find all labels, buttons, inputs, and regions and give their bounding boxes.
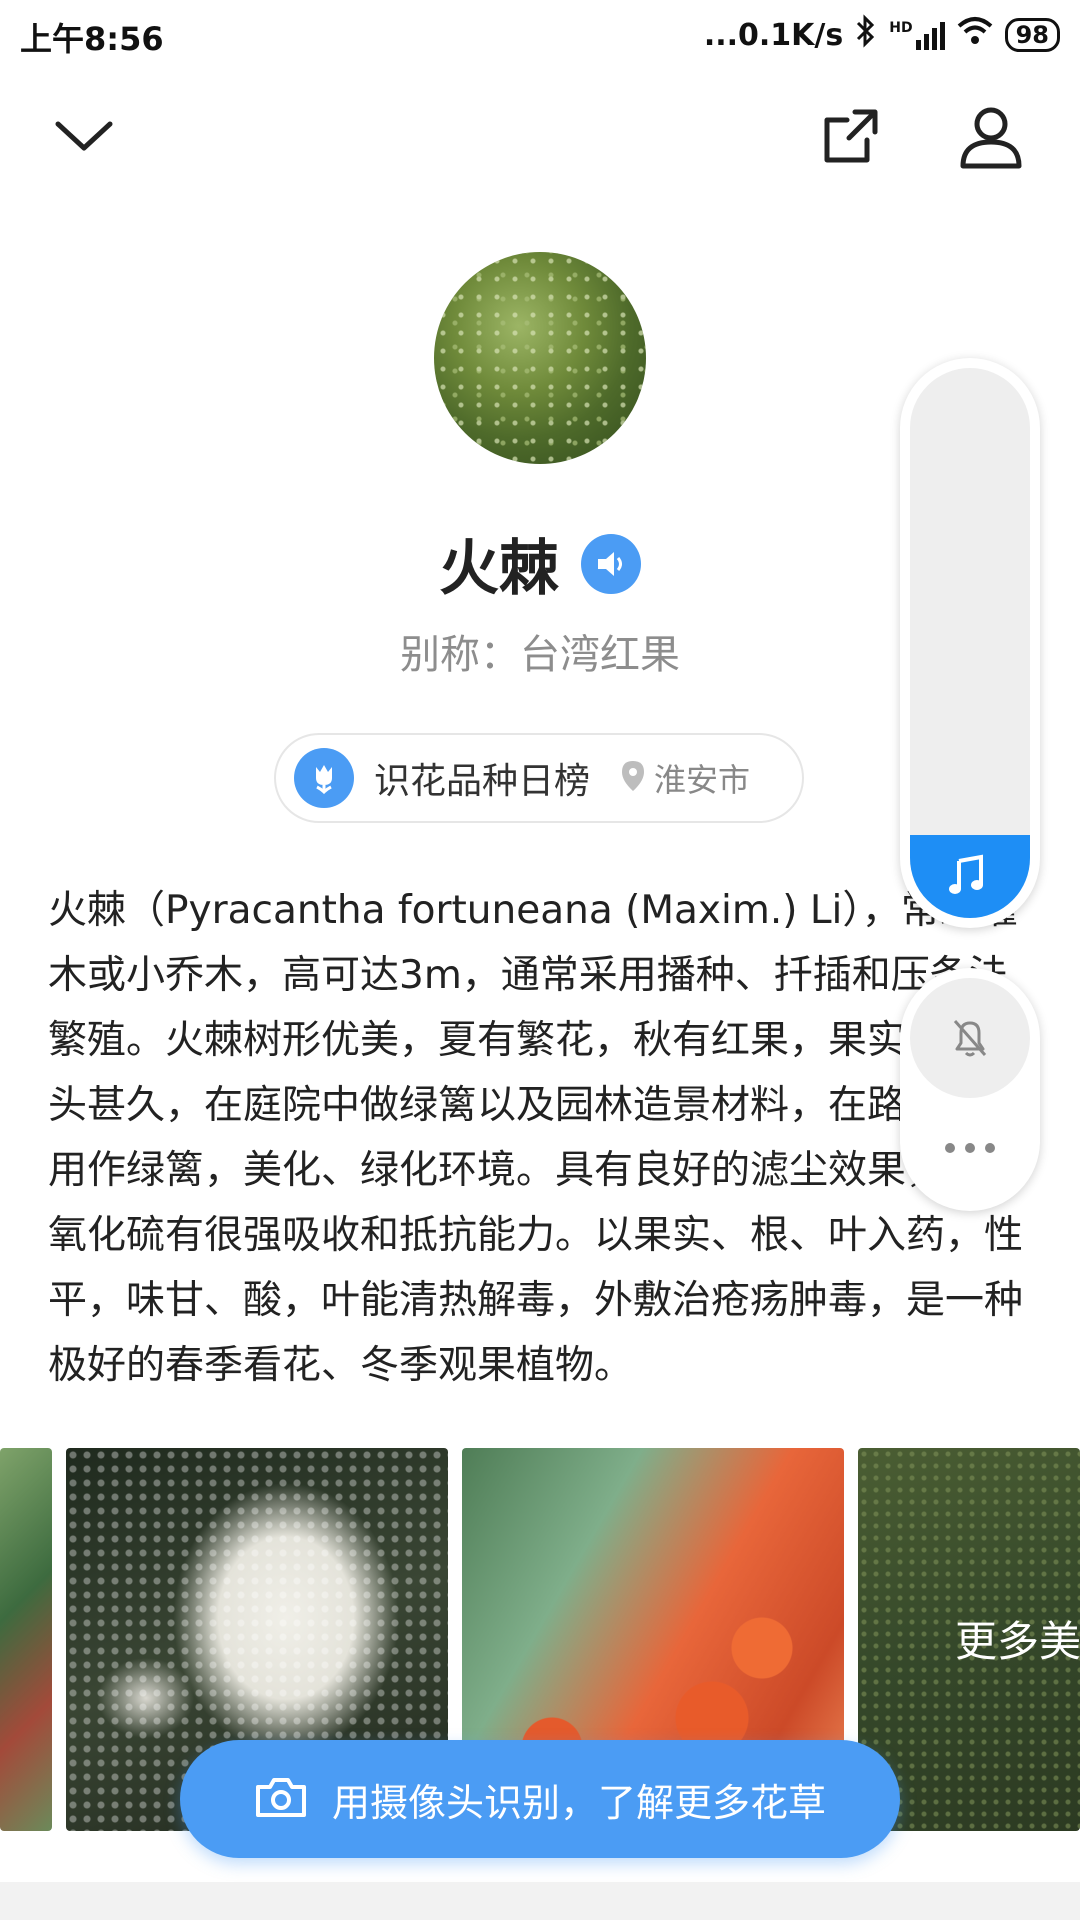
plant-name: 火棘 [439,534,559,604]
network-type-label: HD [889,20,913,36]
plant-description: 火棘（Pyracantha fortuneana (Maxim.) Li），常绿… [48,888,1024,1388]
wifi-icon [957,16,993,54]
camera-identify-button[interactable]: 用摄像头识别，了解更多花草 [180,1740,900,1858]
bottom-bar [0,1882,1080,1920]
player-progress-track[interactable] [910,368,1030,918]
network-speed: ...0.1K/s [703,17,844,53]
camera-identify-label: 用摄像头识别，了解更多花草 [331,1780,826,1825]
battery-icon: 98 [1004,18,1060,52]
location-pin-icon [620,759,646,797]
more-photos-label[interactable]: 更多美图 [955,1608,1080,1669]
status-bar: 上午8:56 ...0.1K/s HD 98 [0,0,1080,72]
chevron-down-icon[interactable] [48,100,120,172]
rank-label: 识花品种日榜 [374,761,591,802]
tulip-icon [294,748,354,808]
camera-icon [254,1775,308,1823]
speaker-icon[interactable] [581,533,641,594]
status-right: ...0.1K/s HD 98 [704,14,1060,56]
player-progress-fill [910,835,1030,918]
music-note-icon[interactable] [945,853,995,901]
share-icon[interactable] [815,100,887,172]
more-options-icon[interactable] [900,1108,1040,1188]
user-icon[interactable] [955,100,1027,172]
bluetooth-icon [855,14,877,56]
daily-rank-button[interactable]: 识花品种日榜 淮安市 [274,733,804,823]
bell-off-icon[interactable] [910,978,1030,1098]
signal-icon: HD [889,20,945,50]
plant-avatar [434,252,646,464]
status-time: 上午8:56 [20,20,164,58]
audio-player[interactable] [900,358,1040,928]
player-tools [900,968,1040,1211]
gallery-image[interactable] [0,1448,52,1831]
rank-city: 淮安市 [654,761,751,799]
